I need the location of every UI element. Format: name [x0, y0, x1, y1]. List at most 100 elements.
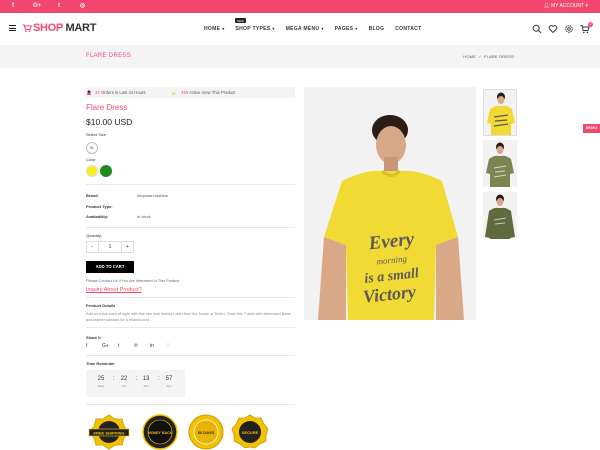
- color-swatch-green[interactable]: [100, 165, 112, 177]
- share-label: Share It: [86, 335, 101, 340]
- logo[interactable]: SHOP MART: [33, 22, 96, 34]
- person-icon: [86, 90, 92, 95]
- select-size-label: Select Size: [86, 132, 107, 137]
- timer-days: 25 Days: [93, 376, 109, 388]
- breadcrumb-home[interactable]: HOME: [463, 54, 476, 59]
- timer-hours-unit: Hrs: [121, 384, 127, 388]
- gear-icon[interactable]: [564, 24, 574, 34]
- contact-us-link[interactable]: Contact Us: [99, 279, 118, 283]
- nav-home[interactable]: HOME ▾: [204, 26, 225, 32]
- heart-icon[interactable]: [548, 24, 558, 34]
- nav-shop-types[interactable]: SHOP TYPES ▾: [236, 26, 275, 32]
- timer-hours-value: 22: [120, 376, 128, 382]
- thumbnail-green-longsleeve[interactable]: [483, 192, 517, 239]
- timer-minutes-value: 13: [142, 376, 150, 382]
- facebook-icon[interactable]: f: [12, 3, 14, 10]
- brand-key: Brand:: [86, 193, 99, 198]
- chevron-down-icon: ▾: [585, 3, 588, 9]
- thumbnail-yellow-image: [487, 92, 515, 135]
- search-icon[interactable]: [532, 24, 542, 34]
- page-title-bar: FLARE DRESS HOME / FLARE DRESS: [0, 45, 600, 68]
- nav-blog[interactable]: BLOG: [369, 26, 385, 32]
- secure-badge: SECURE: [231, 414, 269, 449]
- new-badge: NEW: [235, 18, 246, 23]
- linkedin-icon[interactable]: in: [150, 343, 166, 349]
- nav-mega-menu[interactable]: MEGA MENU ▾: [286, 26, 324, 32]
- quantity-plus-button[interactable]: +: [122, 242, 133, 252]
- pinterest-icon[interactable]: ℗: [134, 343, 150, 349]
- color-label: Color: [86, 157, 96, 162]
- countdown-timer: 25 Days : 22 Hrs : 13 Min : 57 Sec: [86, 370, 185, 397]
- quantity-stepper: - 1 +: [86, 241, 134, 253]
- main-nav: HOME ▾ SHOP TYPES ▾ MEGA MENU ▾ PAGES ▾ BLOG…: [204, 26, 432, 32]
- google-plus-icon[interactable]: G+: [102, 343, 118, 349]
- thumbnail-green-longsleeve-image: [485, 194, 515, 239]
- product-type-key: Product Type:: [86, 204, 113, 209]
- divider: [86, 227, 295, 228]
- menu-icon[interactable]: [9, 25, 16, 31]
- page-title: FLARE DRESS: [86, 53, 131, 59]
- instagram-icon[interactable]: ◎: [80, 3, 85, 10]
- contact-note: Please Contact Us If You Are Interested …: [86, 279, 180, 283]
- guarantee-badge-text: 60 DAYS: [198, 430, 215, 435]
- orders-info: 32 Orders in Last 24 Hours: [86, 90, 145, 95]
- color-swatch-yellow[interactable]: [86, 165, 98, 177]
- nav-contact[interactable]: CONTACT: [395, 26, 421, 32]
- breadcrumb: HOME / FLARE DRESS: [463, 54, 514, 59]
- time-reminder-label: Time Reminder: [86, 361, 115, 366]
- guarantee-badge: 60 DAYS: [188, 414, 224, 450]
- quantity-input[interactable]: 1: [98, 242, 122, 252]
- thumbnail-olive[interactable]: [483, 140, 517, 187]
- product-name: Flare Dress: [86, 103, 128, 112]
- inquiry-link[interactable]: Inquiry About Product?: [86, 287, 142, 293]
- timer-minutes: 13 Min: [138, 376, 154, 388]
- views-info: 🔥︎ 455 Active View This Product: [172, 90, 235, 97]
- nav-blog-label: BLOG: [368, 26, 385, 32]
- divider: [86, 327, 295, 328]
- timer-separator: :: [113, 376, 115, 382]
- logo-mart-text: MART: [65, 22, 97, 34]
- breadcrumb-current: FLARE DRESS: [484, 54, 514, 59]
- nav-shop-types-label: SHOP TYPES: [235, 26, 271, 32]
- nav-contact-label: CONTACT: [395, 26, 422, 32]
- timer-seconds-unit: Sec: [166, 384, 172, 388]
- timer-days-unit: Days: [97, 384, 105, 388]
- nav-pages[interactable]: PAGES ▾: [335, 26, 358, 32]
- thumbnail-yellow[interactable]: [483, 89, 517, 136]
- cart-count-badge: 0: [588, 22, 593, 27]
- contact-post-text: If You Are Interested In This Product.: [118, 279, 181, 283]
- twitter-icon[interactable]: t: [58, 3, 60, 10]
- twitter-icon[interactable]: t: [118, 343, 134, 349]
- add-to-cart-button[interactable]: ADD TO CART: [86, 261, 134, 273]
- demo-tab[interactable]: DEMO: [583, 124, 600, 133]
- contact-pre-text: Please: [86, 279, 98, 283]
- divider: [86, 184, 295, 185]
- quantity-minus-button[interactable]: -: [87, 242, 98, 252]
- top-bar: f G+ t ◎ 👤︎ MY ACCOUNT ▾: [0, 0, 600, 13]
- my-account-menu[interactable]: 👤︎ MY ACCOUNT ▾: [543, 3, 588, 10]
- money-back-badge: MONEY BACK: [142, 414, 178, 450]
- activity-info-bar: 32 Orders in Last 24 Hours 🔥︎ 455 Active…: [86, 87, 295, 98]
- logo-shop: SHOP: [33, 22, 63, 34]
- brand-value[interactable]: shopmart-fashion: [137, 193, 168, 198]
- timer-hours: 22 Hrs: [116, 376, 132, 388]
- timer-seconds-value: 57: [165, 376, 173, 382]
- user-icon: 👤︎: [543, 3, 550, 9]
- chevron-down-icon: ▾: [272, 26, 275, 31]
- nav-pages-label: PAGES: [334, 26, 354, 32]
- logo-mart: MART: [63, 22, 97, 34]
- nav-home-label: HOME: [204, 26, 221, 32]
- share-icons: f G+ t ℗ in ♡: [86, 343, 182, 349]
- timer-minutes-unit: Min: [143, 384, 149, 388]
- free-shipping-badge: FREE SHIPPING: [88, 414, 130, 450]
- main-product-image[interactable]: Every morning is a small Victory: [304, 87, 476, 320]
- orders-text: Orders in Last 24 Hours: [101, 90, 146, 95]
- google-plus-icon[interactable]: G+: [33, 3, 41, 10]
- free-shipping-badge-text: FREE SHIPPING: [94, 431, 125, 436]
- account-label: MY ACCOUNT: [550, 3, 585, 9]
- facebook-icon[interactable]: f: [86, 343, 102, 349]
- heart-icon[interactable]: ♡: [166, 343, 182, 349]
- tshirt-model-illustration: Every morning is a small Victory: [304, 87, 476, 320]
- size-option-xl[interactable]: XL: [86, 142, 98, 154]
- divider: [86, 297, 295, 298]
